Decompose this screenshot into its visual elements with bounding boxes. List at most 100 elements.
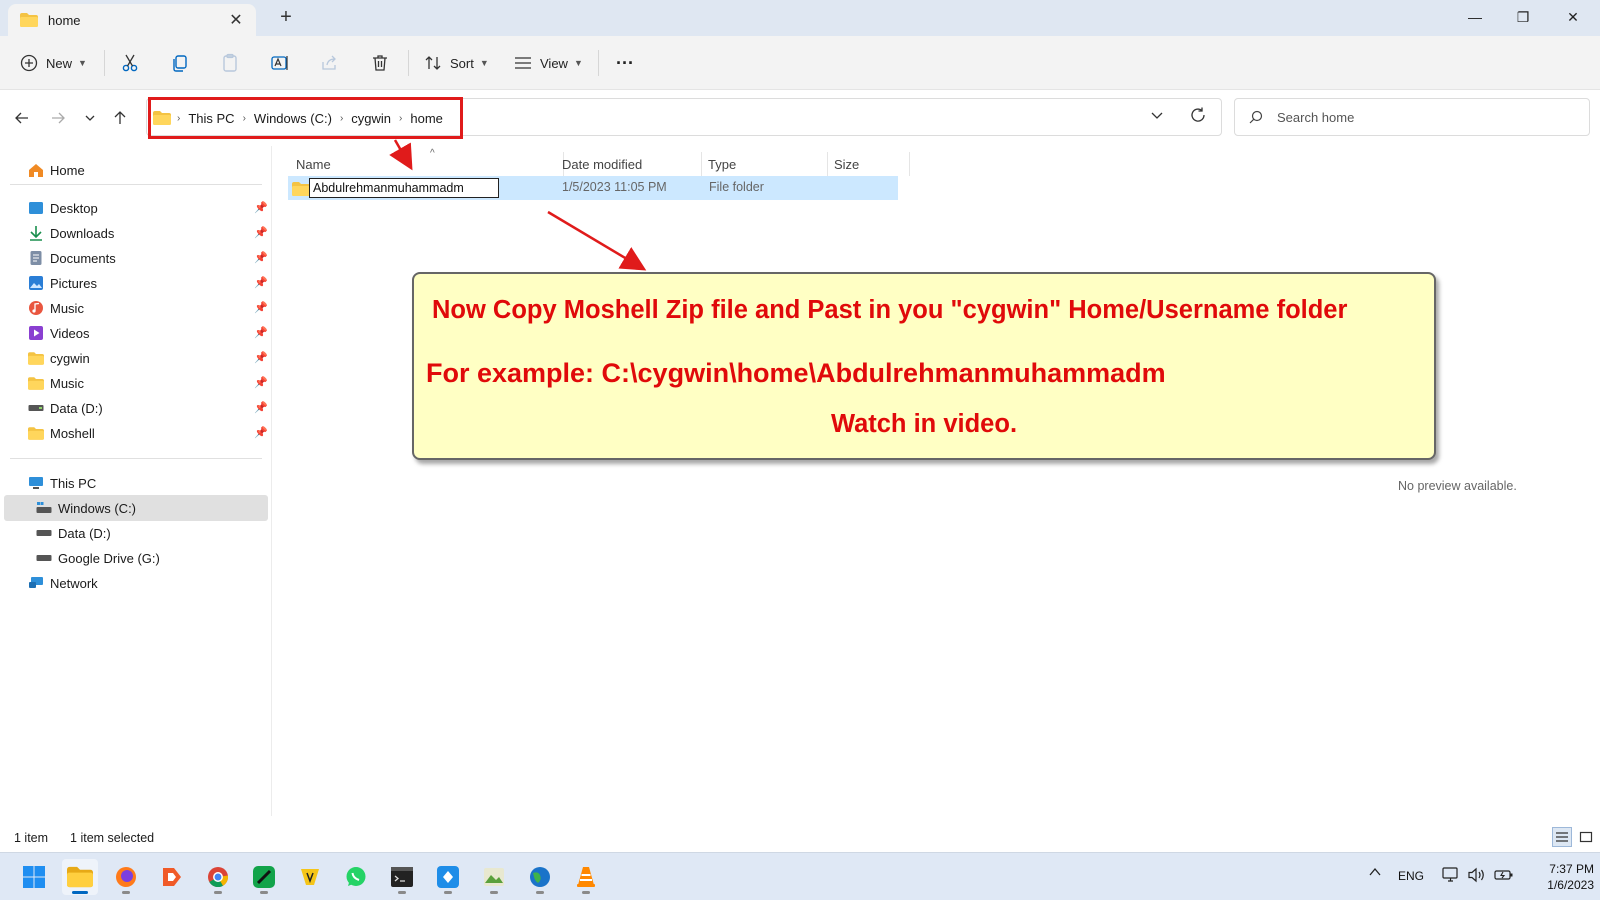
- address-bar[interactable]: › This PC › Windows (C:) › cygwin › home: [146, 98, 1222, 136]
- pin-icon[interactable]: 📌: [254, 201, 268, 214]
- system-clock[interactable]: 7:37 PM 1/6/2023: [1524, 861, 1594, 893]
- breadcrumb-this-pc[interactable]: This PC: [182, 111, 240, 126]
- column-header-label: Type: [708, 156, 737, 172]
- show-hidden-icons-icon[interactable]: [1368, 865, 1382, 882]
- taskbar-file-explorer[interactable]: [62, 859, 98, 895]
- maximize-button[interactable]: ❐: [1500, 4, 1546, 30]
- rename-button[interactable]: [270, 48, 290, 78]
- up-button[interactable]: [108, 106, 132, 130]
- taskbar-app[interactable]: [246, 859, 282, 895]
- sidebar-item-music-folder[interactable]: Music: [28, 371, 84, 395]
- tab-close-icon[interactable]: ✕: [226, 10, 246, 30]
- title-bar: home ✕ + — ❐ ✕: [0, 0, 1600, 36]
- sidebar-item-network[interactable]: Network: [28, 571, 98, 595]
- sidebar-item-data-d-drive[interactable]: Data (D:): [36, 521, 111, 545]
- new-tab-button[interactable]: +: [274, 6, 298, 29]
- forward-button[interactable]: [46, 106, 70, 130]
- sort-button[interactable]: Sort ▼: [424, 48, 489, 78]
- trash-icon: [373, 55, 387, 71]
- paste-button[interactable]: [220, 48, 240, 78]
- sidebar-item-desktop[interactable]: Desktop: [28, 196, 98, 220]
- sidebar-item-videos[interactable]: Videos: [28, 321, 90, 345]
- sidebar-item-label: Videos: [50, 325, 90, 341]
- clock-date: 1/6/2023: [1547, 878, 1594, 892]
- delete-button[interactable]: [370, 48, 390, 78]
- taskbar-app[interactable]: [476, 859, 512, 895]
- taskbar-app[interactable]: [154, 859, 190, 895]
- taskbar-firefox[interactable]: [108, 859, 144, 895]
- arrow-right-icon: [52, 112, 65, 124]
- taskbar-vlc[interactable]: [568, 859, 604, 895]
- taskbar-app[interactable]: [430, 859, 466, 895]
- column-header-size[interactable]: Size: [828, 152, 910, 176]
- pin-icon[interactable]: 📌: [254, 426, 268, 439]
- search-input[interactable]: [1277, 109, 1577, 125]
- pin-icon[interactable]: 📌: [254, 276, 268, 289]
- scissors-icon: [122, 54, 138, 72]
- pin-icon[interactable]: 📌: [254, 376, 268, 389]
- battery-icon[interactable]: [1494, 867, 1514, 886]
- sidebar-item-windows-c[interactable]: Windows (C:): [36, 496, 136, 520]
- breadcrumb-windows-c[interactable]: Windows (C:): [248, 111, 338, 126]
- running-indicator: [122, 891, 130, 894]
- taskbar-terminal[interactable]: [384, 859, 420, 895]
- tiles-view-button[interactable]: [1576, 827, 1596, 847]
- search-box[interactable]: [1234, 98, 1590, 136]
- minimize-button[interactable]: —: [1452, 4, 1498, 30]
- back-button[interactable]: [10, 106, 34, 130]
- tab-title: home: [48, 12, 81, 28]
- refresh-icon[interactable]: [1189, 106, 1207, 124]
- sidebar-item-this-pc[interactable]: This PC: [28, 471, 96, 495]
- rename-icon: [271, 56, 288, 70]
- volume-icon[interactable]: [1468, 867, 1486, 886]
- taskbar-app[interactable]: [292, 859, 328, 895]
- taskbar: ENG 7:37 PM 1/6/2023: [0, 852, 1600, 900]
- new-button[interactable]: New ▼: [20, 48, 87, 78]
- pin-icon[interactable]: 📌: [254, 351, 268, 364]
- close-button[interactable]: ✕: [1550, 4, 1596, 30]
- taskbar-chrome[interactable]: [200, 859, 236, 895]
- network-status-icon[interactable]: [1442, 867, 1460, 886]
- view-button[interactable]: View ▼: [514, 48, 583, 78]
- share-button[interactable]: [320, 48, 340, 78]
- column-header-date-modified[interactable]: Date modified: [556, 152, 702, 176]
- running-indicator: [260, 891, 268, 894]
- pin-icon[interactable]: 📌: [254, 401, 268, 414]
- sidebar-item-home[interactable]: Home: [28, 158, 85, 182]
- pin-icon[interactable]: 📌: [254, 251, 268, 264]
- tab-home[interactable]: home ✕: [8, 4, 256, 36]
- drive-icon: [28, 400, 44, 416]
- sidebar-item-music[interactable]: Music: [28, 296, 84, 320]
- breadcrumb-cygwin[interactable]: cygwin: [345, 111, 397, 126]
- details-view-button[interactable]: [1552, 827, 1572, 847]
- taskbar-whatsapp[interactable]: [338, 859, 374, 895]
- sidebar-item-moshell[interactable]: Moshell: [28, 421, 95, 445]
- pin-icon[interactable]: 📌: [254, 326, 268, 339]
- taskbar-app[interactable]: [522, 859, 558, 895]
- breadcrumb-home[interactable]: home: [404, 111, 449, 126]
- recent-locations-button[interactable]: [78, 106, 102, 130]
- column-header-type[interactable]: Type: [702, 152, 828, 176]
- sidebar-item-downloads[interactable]: Downloads: [28, 221, 114, 245]
- start-button[interactable]: [16, 859, 52, 895]
- sidebar-item-data-d[interactable]: Data (D:): [28, 396, 103, 420]
- chevron-down-icon: ▼: [78, 58, 87, 68]
- rename-input[interactable]: [309, 178, 499, 198]
- sidebar-item-cygwin[interactable]: cygwin: [28, 346, 90, 370]
- share-icon: [322, 55, 336, 70]
- annotation-line-1: Now Copy Moshell Zip file and Past in yo…: [432, 296, 1348, 324]
- column-header-name[interactable]: Name ^: [290, 148, 564, 176]
- drive-icon: [36, 550, 52, 566]
- cut-button[interactable]: [120, 48, 140, 78]
- file-explorer-icon: [67, 866, 93, 888]
- breadcrumb: › This PC › Windows (C:) › cygwin › home: [151, 106, 449, 130]
- sidebar-item-documents[interactable]: Documents: [28, 246, 116, 270]
- sidebar-item-google-drive[interactable]: Google Drive (G:): [36, 546, 160, 570]
- language-indicator[interactable]: ENG: [1398, 869, 1424, 883]
- pin-icon[interactable]: 📌: [254, 301, 268, 314]
- copy-button[interactable]: [170, 48, 190, 78]
- more-options-button[interactable]: ···: [616, 48, 634, 78]
- address-dropdown-icon[interactable]: [1149, 107, 1165, 123]
- pin-icon[interactable]: 📌: [254, 226, 268, 239]
- sidebar-item-pictures[interactable]: Pictures: [28, 271, 97, 295]
